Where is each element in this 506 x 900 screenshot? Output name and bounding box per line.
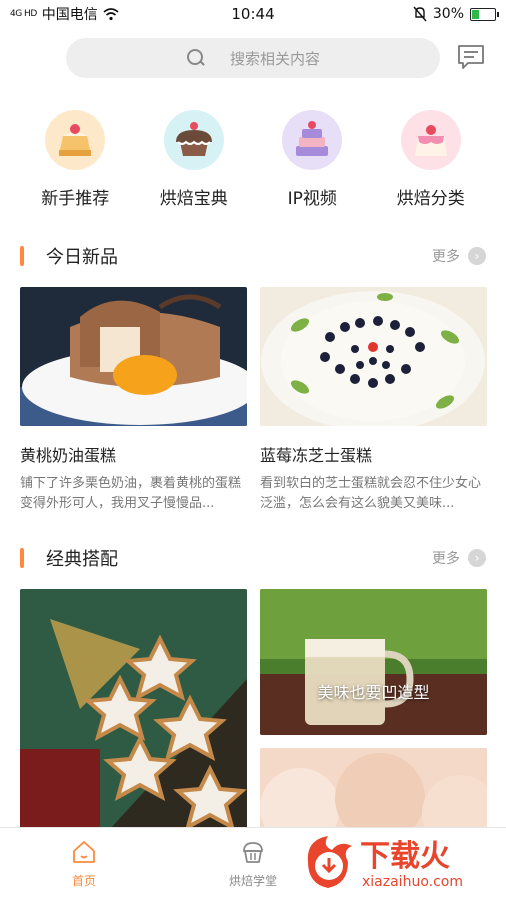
product-card[interactable]: 蓝莓冻芝士蛋糕 看到软白的芝士蛋糕就会忍不住少女心泛滥，怎么会有这么貌美又美味.… (260, 287, 487, 514)
chevron-right-icon: › (468, 549, 486, 567)
svg-text:下载火: 下载火 (360, 839, 450, 874)
watermark-logo: 下载火 xiazaihuo.com (300, 832, 500, 894)
category-label: IP视频 (287, 189, 337, 209)
section-header-classic: 经典搭配 更多 › (0, 546, 506, 570)
section-accent-bar (20, 246, 24, 266)
section-title: 今日新品 (46, 247, 118, 268)
more-link[interactable]: 更多 › (432, 246, 486, 266)
wifi-icon (103, 8, 119, 21)
product-image (20, 287, 247, 426)
signal-icon: 4G HD (10, 8, 37, 19)
category-baking-guide[interactable]: 烘焙宝典 (139, 110, 249, 220)
carrier-label: 中国电信 (41, 7, 98, 23)
section-title: 经典搭配 (46, 549, 118, 570)
battery-percent: 30% (432, 6, 464, 22)
layer-cake-icon (282, 110, 343, 170)
classic-card-cookies[interactable] (20, 589, 247, 829)
status-right: 30% (413, 6, 499, 22)
pudding-icon (400, 110, 461, 170)
status-left: 4G HD 中国电信 (10, 4, 119, 24)
more-link[interactable]: 更多 › (432, 548, 486, 568)
battery-icon (470, 7, 499, 21)
cake-slice-icon (45, 110, 106, 170)
category-baking-types[interactable]: 烘焙分类 (376, 110, 486, 220)
category-label: 烘焙宝典 (159, 189, 228, 209)
search-icon (186, 48, 206, 68)
tab-baking-school[interactable]: 烘焙学堂 (213, 838, 293, 889)
classic-caption: 美味也要凹造型 (317, 683, 430, 702)
section-accent-bar (20, 548, 24, 568)
message-icon[interactable] (456, 42, 486, 72)
mute-alarm-icon (413, 6, 427, 22)
search-input[interactable]: 搜索相关内容 (66, 38, 440, 78)
product-title: 黄桃奶油蛋糕 (20, 446, 117, 465)
product-image (260, 287, 487, 426)
category-grid: 新手推荐 烘焙宝典 IP视频 烘焙分类 (0, 110, 506, 220)
more-label: 更多 (432, 551, 460, 567)
category-label: 烘焙分类 (396, 189, 465, 209)
tab-home[interactable]: 首页 (44, 838, 124, 889)
category-newbie[interactable]: 新手推荐 (20, 110, 130, 220)
cupcake-icon (243, 842, 263, 863)
cupcake-icon (163, 110, 224, 170)
product-title: 蓝莓冻芝士蛋糕 (260, 446, 373, 465)
battery-level (472, 9, 479, 19)
search-row: 搜索相关内容 (0, 38, 506, 78)
product-description: 铺下了许多栗色奶油，裹着黄桃的蛋糕变得外形可人，我用叉子慢慢品... (20, 476, 242, 511)
product-description: 看到软白的芝士蛋糕就会忍不住少女心泛滥，怎么会有这么貌美又美味... (260, 476, 482, 511)
clock: 10:44 (231, 5, 275, 23)
classic-card-drink[interactable]: 美味也要凹造型 (260, 589, 487, 735)
chevron-right-icon: › (468, 247, 486, 265)
category-label: 新手推荐 (41, 189, 110, 209)
classic-card-dessert[interactable] (260, 748, 487, 833)
search-placeholder: 搜索相关内容 (229, 49, 320, 68)
section-header-new: 今日新品 更多 › (0, 244, 506, 268)
svg-text:xiazaihuo.com: xiazaihuo.com (362, 874, 463, 890)
product-card[interactable]: 黄桃奶油蛋糕 铺下了许多栗色奶油，裹着黄桃的蛋糕变得外形可人，我用叉子慢慢品..… (20, 287, 247, 514)
more-label: 更多 (432, 249, 460, 265)
tab-label: 烘焙学堂 (228, 874, 277, 888)
tab-label: 首页 (71, 874, 96, 888)
category-ip-video[interactable]: IP视频 (257, 110, 367, 220)
status-bar: 4G HD 中国电信 10:44 30% (0, 0, 506, 28)
home-icon (73, 841, 95, 863)
